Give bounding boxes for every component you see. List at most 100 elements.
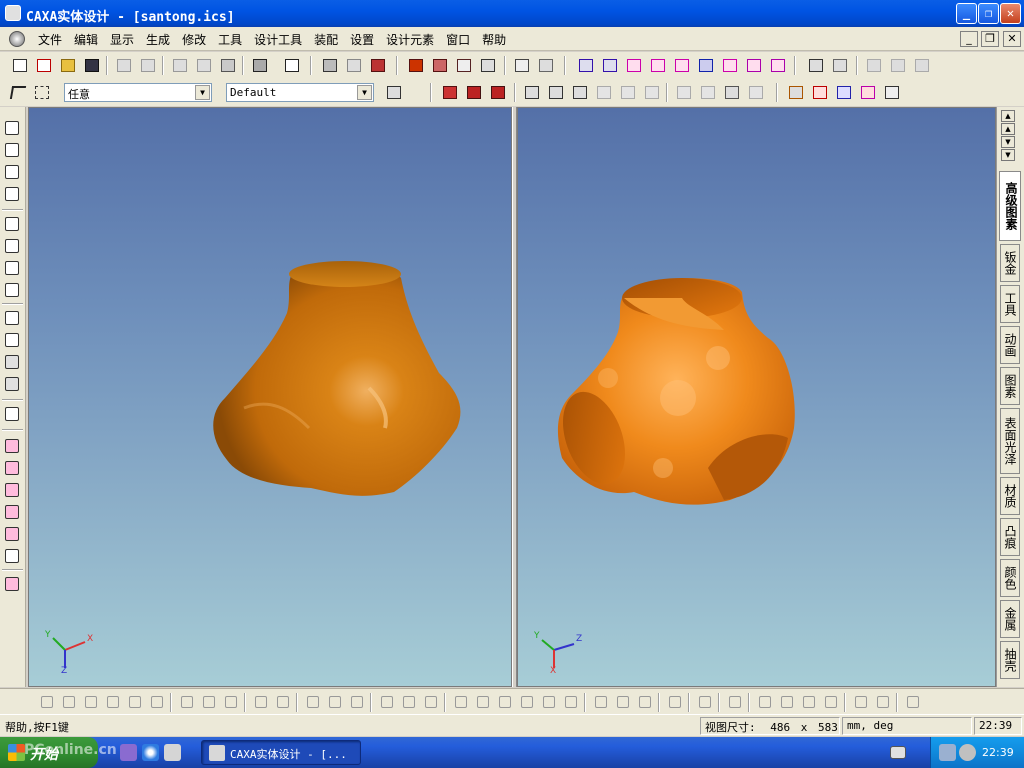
render-icon[interactable] [320,56,340,75]
menu-item[interactable]: 设置 [344,31,380,48]
zoom-icon[interactable] [3,215,22,233]
sketch-rect-icon[interactable] [60,693,78,711]
feature-disabled-icon[interactable] [642,83,662,102]
sketch-circle3-icon[interactable] [474,693,492,711]
shell-icon[interactable] [768,56,788,75]
menu-item[interactable]: 设计元素 [380,31,440,48]
panel-tab[interactable]: 工具 [1000,285,1020,323]
scroll-up-icon[interactable]: ▲ [1001,123,1015,135]
sketch-horizontal-icon[interactable] [756,693,774,711]
boolean-disabled-icon[interactable] [674,83,694,102]
boolean-cut-icon[interactable] [722,83,742,102]
solid-box-icon[interactable] [576,56,596,75]
new-file-icon[interactable] [10,56,30,75]
rotate-icon[interactable] [430,56,450,75]
sketch-offset-icon[interactable] [200,693,218,711]
look-at-icon[interactable] [3,281,22,299]
menu-item[interactable]: 编辑 [68,31,104,48]
panel-tab[interactable]: 表面光泽 [1000,408,1020,474]
menu-item[interactable]: 修改 [176,31,212,48]
sketch-coincident-icon[interactable] [822,693,840,711]
sketch-gear-icon[interactable] [562,693,580,711]
sketch-perpendicular-icon[interactable] [348,693,366,711]
document-menu-icon[interactable] [9,31,25,47]
sketch-grid-icon[interactable] [38,693,56,711]
solid-cone-icon[interactable] [624,56,644,75]
boolean-disabled-icon[interactable] [698,83,718,102]
smart-render-icon[interactable] [344,56,364,75]
sketch-box-icon[interactable] [422,693,440,711]
scale-icon[interactable] [454,56,474,75]
no-entry-icon[interactable] [3,547,22,565]
viewport-left[interactable]: X Y Z [28,107,512,687]
camera-target-icon[interactable] [3,309,22,327]
menu-item[interactable]: 生成 [140,31,176,48]
three-way-pipe-front-view[interactable] [29,108,512,687]
eyedropper-icon[interactable] [830,56,850,75]
panel-tab[interactable]: 颜色 [1000,559,1020,597]
sketch-arc-center-icon[interactable] [636,693,654,711]
sketch-corner-icon[interactable] [696,693,714,711]
menu-item[interactable]: 帮助 [476,31,512,48]
undo-icon[interactable] [114,56,134,75]
sketch-center-icon[interactable] [452,693,470,711]
pick-color-icon[interactable] [806,56,826,75]
sketch-polygon-icon[interactable] [540,693,558,711]
taskbar-clock[interactable]: 22:39 [982,746,1014,759]
menu-item[interactable]: 工具 [212,31,248,48]
sketch-fill-icon[interactable] [3,525,22,543]
sketch-line-icon[interactable] [304,693,322,711]
style-combo[interactable]: Default ▼ [226,83,374,102]
face-draft-icon[interactable] [440,83,460,102]
sketch-circle-tan-icon[interactable] [496,693,514,711]
sketch-constraint-icon[interactable] [874,693,892,711]
selection-filter-combo[interactable]: 任意 ▼ [64,83,212,102]
sketch-bspline-icon[interactable] [666,693,684,711]
revolve-icon[interactable] [696,56,716,75]
paint-icon[interactable] [3,405,22,423]
light-icon[interactable] [864,56,884,75]
sketch-angle-icon[interactable] [274,693,292,711]
sketch-point-icon[interactable] [378,693,396,711]
caxa-app-icon[interactable] [5,5,21,21]
edge-chamfer-icon[interactable] [546,83,566,102]
open-folder-icon[interactable] [58,56,78,75]
light-dir-icon[interactable] [912,56,932,75]
panel-tab[interactable]: 抽壳 [1000,641,1020,679]
panel-tab[interactable]: 图素 [1000,367,1020,405]
view-fit-icon[interactable] [3,259,22,277]
quicklaunch-app-icon[interactable] [120,744,137,761]
panel-tab[interactable]: 金属 [1000,600,1020,638]
save-icon[interactable] [82,56,102,75]
sketch-curve-icon[interactable] [3,503,22,521]
find-icon[interactable] [250,56,270,75]
light-spot-icon[interactable] [888,56,908,75]
select-box-tool[interactable] [32,83,52,102]
viewport-right[interactable]: Z Y X [517,107,996,687]
dynamic-rotate-icon[interactable] [3,185,22,203]
menu-item[interactable]: 设计工具 [248,31,308,48]
loft-icon[interactable] [744,56,764,75]
doc-close-button[interactable]: ✕ [1003,31,1021,47]
move-icon[interactable] [406,56,426,75]
split-icon[interactable] [834,83,854,102]
camera-icon[interactable] [368,56,388,75]
camera-disabled-icon[interactable] [3,353,22,371]
measure-icon[interactable] [858,83,878,102]
camera-disabled-icon[interactable] [3,375,22,393]
show-desktop-icon[interactable] [164,744,181,761]
dimension-icon[interactable] [536,56,556,75]
assembly-tree-icon[interactable] [384,83,404,102]
sketch-mirror-icon[interactable] [222,693,240,711]
redo-icon[interactable] [138,56,158,75]
select-arrow-tool[interactable] [8,83,28,102]
sketch-target-icon[interactable] [852,693,870,711]
panel-tab[interactable]: 凸痕 [1000,518,1020,556]
fx-icon[interactable] [882,83,902,102]
menu-item[interactable]: 装配 [308,31,344,48]
text-style-icon[interactable] [3,575,22,593]
sketch-circle-icon[interactable] [82,693,100,711]
menu-item[interactable]: 显示 [104,31,140,48]
scroll-last-icon[interactable]: ▼ [1001,149,1015,161]
sketch-rect-icon[interactable] [3,437,22,455]
